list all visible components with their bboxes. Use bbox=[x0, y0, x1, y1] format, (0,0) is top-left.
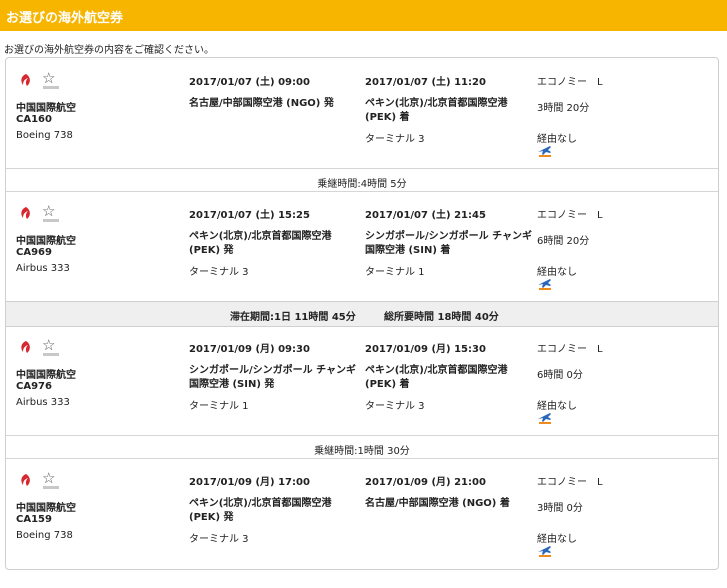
itinerary-card: ☆ 中国国際航空 CA160 Boeing 738 2017/01/07 (土)… bbox=[5, 57, 719, 570]
star-alliance-caption bbox=[43, 219, 59, 222]
total-travel-time: 総所要時間 18時間 40分 bbox=[384, 312, 499, 323]
arrival-time: 2017/01/09 (月) 15:30 bbox=[365, 344, 486, 355]
aircraft-type: Boeing 738 bbox=[16, 530, 73, 541]
segment-divider bbox=[6, 168, 718, 169]
star-alliance-icon: ☆ bbox=[42, 336, 56, 354]
page-header: お選びの海外航空券 bbox=[0, 0, 727, 31]
airline-name: 中国国際航空 bbox=[16, 236, 76, 247]
air-china-logo-icon bbox=[21, 474, 30, 486]
star-alliance-icon: ☆ bbox=[42, 69, 56, 87]
flight-detail-plane-icon[interactable] bbox=[537, 144, 553, 158]
stops-info: 経由なし bbox=[537, 534, 577, 545]
cabin-class: エコノミー L bbox=[537, 477, 603, 488]
airline-name: 中国国際航空 bbox=[16, 503, 76, 514]
segment-divider bbox=[6, 435, 718, 436]
page-subtitle: お選びの海外航空券の内容をご確認ください。 bbox=[4, 45, 214, 56]
stops-info: 経由なし bbox=[537, 401, 577, 412]
aircraft-type: Airbus 333 bbox=[16, 397, 70, 408]
star-alliance-caption bbox=[43, 353, 59, 356]
departure-terminal: ターミナル 1 bbox=[189, 401, 249, 412]
flight-detail-plane-icon[interactable] bbox=[537, 544, 553, 558]
arrival-terminal: ターミナル 1 bbox=[365, 267, 425, 278]
airline-name: 中国国際航空 bbox=[16, 370, 76, 381]
flight-number: CA969 bbox=[16, 247, 52, 258]
departure-time: 2017/01/09 (月) 17:00 bbox=[189, 477, 310, 488]
departure-airport: シンガポール/シンガポール チャンギ国際空港 (SIN) 発 bbox=[189, 365, 357, 390]
flight-number: CA160 bbox=[16, 114, 52, 125]
air-china-logo-icon bbox=[21, 74, 30, 86]
flight-detail-plane-icon[interactable] bbox=[537, 277, 553, 291]
departure-terminal: ターミナル 3 bbox=[189, 267, 249, 278]
departure-time: 2017/01/09 (月) 09:30 bbox=[189, 344, 310, 355]
star-alliance-icon: ☆ bbox=[42, 469, 56, 487]
flight-number: CA976 bbox=[16, 381, 52, 392]
flight-number: CA159 bbox=[16, 514, 52, 525]
stops-info: 経由なし bbox=[537, 134, 577, 145]
arrival-time: 2017/01/07 (土) 11:20 bbox=[365, 77, 486, 88]
arrival-airport: シンガポール/シンガポール チャンギ国際空港 (SIN) 着 bbox=[365, 231, 533, 256]
aircraft-type: Airbus 333 bbox=[16, 263, 70, 274]
connection-time: 乗継時間:1時間 30分 bbox=[314, 446, 410, 457]
air-china-logo-icon bbox=[21, 341, 30, 353]
departure-airport: 名古屋/中部国際空港 (NGO) 発 bbox=[189, 98, 334, 109]
arrival-terminal: ターミナル 3 bbox=[365, 401, 425, 412]
star-alliance-icon: ☆ bbox=[42, 202, 56, 220]
departure-time: 2017/01/07 (土) 15:25 bbox=[189, 210, 310, 221]
flight-duration: 6時間 0分 bbox=[537, 370, 583, 381]
stay-summary-bar: 滞在期間:1日 11時間 45分 総所要時間 18時間 40分 bbox=[6, 301, 718, 327]
flight-detail-plane-icon[interactable] bbox=[537, 411, 553, 425]
aircraft-type: Boeing 738 bbox=[16, 130, 73, 141]
star-alliance-caption bbox=[43, 86, 59, 89]
arrival-airport: ペキン(北京)/北京首都国際空港 (PEK) 着 bbox=[365, 98, 508, 123]
departure-terminal: ターミナル 3 bbox=[189, 534, 249, 545]
arrival-time: 2017/01/09 (月) 21:00 bbox=[365, 477, 486, 488]
cabin-class: エコノミー L bbox=[537, 77, 603, 88]
flight-duration: 6時間 20分 bbox=[537, 236, 590, 247]
stops-info: 経由なし bbox=[537, 267, 577, 278]
page-title: お選びの海外航空券 bbox=[6, 11, 124, 26]
departure-time: 2017/01/07 (土) 09:00 bbox=[189, 77, 310, 88]
flight-segment: ☆ 中国国際航空 CA159 Boeing 738 2017/01/09 (月)… bbox=[6, 458, 718, 588]
cabin-class: エコノミー L bbox=[537, 210, 603, 221]
departure-airport: ペキン(北京)/北京首都国際空港 (PEK) 発 bbox=[189, 231, 332, 256]
flight-duration: 3時間 20分 bbox=[537, 103, 590, 114]
airline-name: 中国国際航空 bbox=[16, 103, 76, 114]
cabin-class: エコノミー L bbox=[537, 344, 603, 355]
star-alliance-caption bbox=[43, 486, 59, 489]
arrival-terminal: ターミナル 3 bbox=[365, 134, 425, 145]
arrival-airport: ペキン(北京)/北京首都国際空港 (PEK) 着 bbox=[365, 365, 508, 390]
connection-time: 乗継時間:4時間 5分 bbox=[317, 179, 407, 190]
air-china-logo-icon bbox=[21, 207, 30, 219]
departure-airport: ペキン(北京)/北京首都国際空港 (PEK) 発 bbox=[189, 498, 332, 523]
stay-period: 滞在期間:1日 11時間 45分 bbox=[230, 312, 356, 323]
flight-duration: 3時間 0分 bbox=[537, 503, 583, 514]
arrival-airport: 名古屋/中部国際空港 (NGO) 着 bbox=[365, 498, 510, 509]
arrival-time: 2017/01/07 (土) 21:45 bbox=[365, 210, 486, 221]
